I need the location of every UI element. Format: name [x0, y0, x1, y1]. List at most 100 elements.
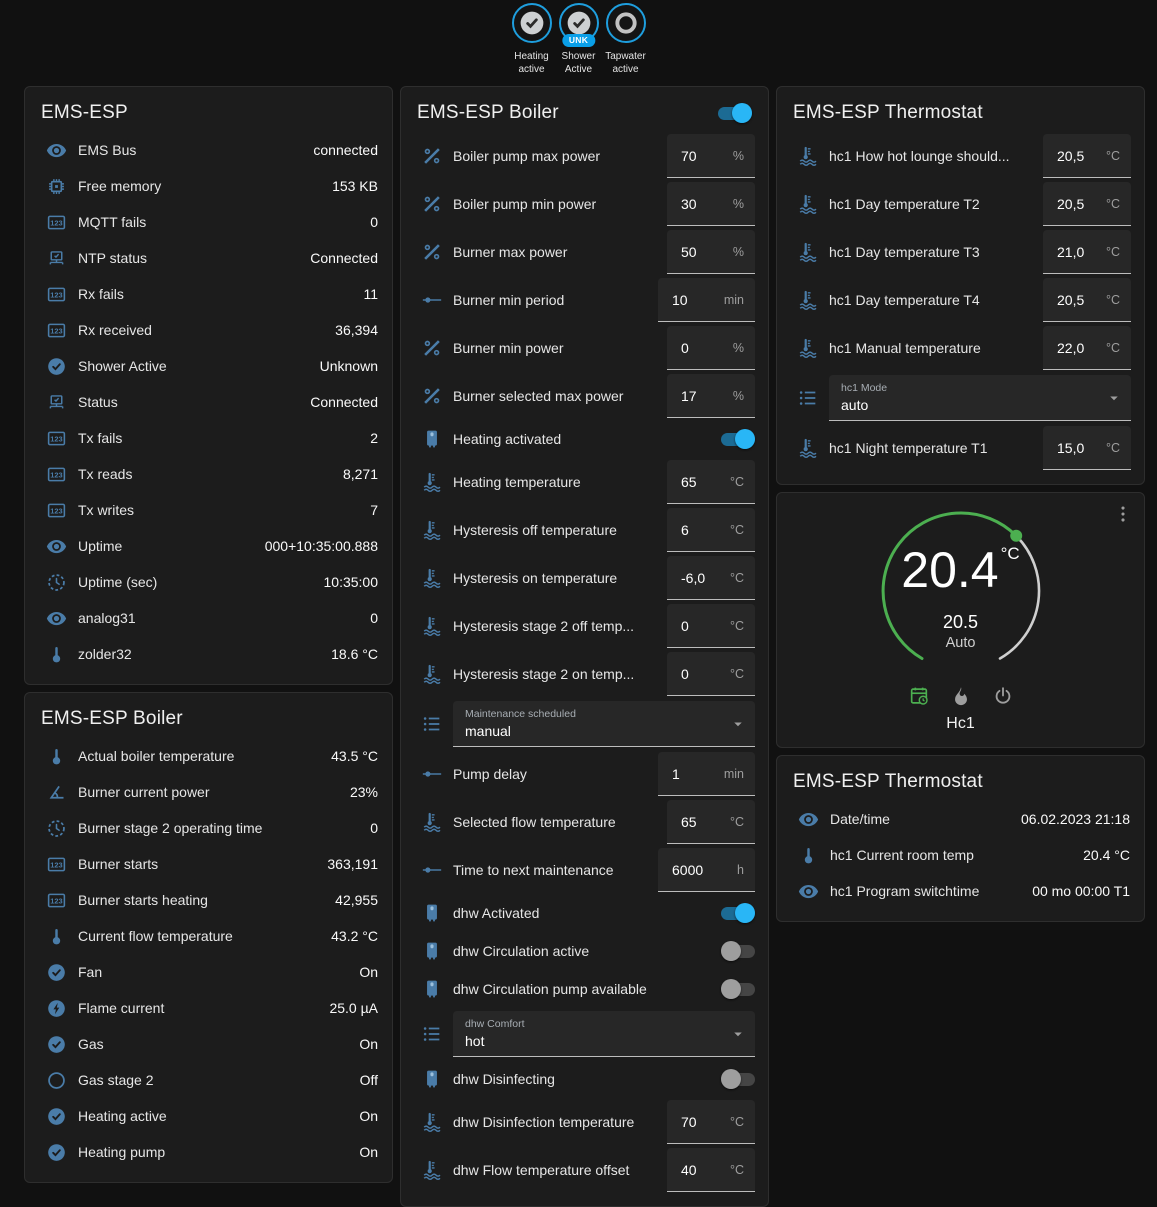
control-row[interactable]: Hysteresis stage 2 off temp...0°C	[401, 602, 768, 650]
control-row[interactable]: hc1 Day temperature T321,0°C	[777, 228, 1144, 276]
toggle-switch[interactable]	[721, 907, 755, 920]
entity-row[interactable]: Heating activeOn	[25, 1098, 392, 1134]
entity-row[interactable]: Date/time06.02.2023 21:18	[777, 801, 1144, 837]
number-input[interactable]: 21,0°C	[1043, 230, 1131, 274]
card-toggle-switch[interactable]	[718, 107, 752, 120]
control-row[interactable]: dhw Disinfection temperature70°C	[401, 1098, 768, 1146]
control-row[interactable]: Burner min period10min	[401, 276, 768, 324]
number-input[interactable]: 30%	[667, 182, 755, 226]
control-row[interactable]: dhw Comforthot	[401, 1008, 768, 1060]
entity-row[interactable]: analog310	[25, 600, 392, 636]
entity-row[interactable]: 123MQTT fails0	[25, 204, 392, 240]
control-row[interactable]: Heating activated	[401, 420, 768, 458]
entity-row[interactable]: 123Tx fails2	[25, 420, 392, 456]
toggle-switch[interactable]	[721, 945, 755, 958]
toggle-switch[interactable]	[721, 1073, 755, 1086]
number-input[interactable]: 0°C	[667, 604, 755, 648]
select-input[interactable]: hc1 Modeauto	[829, 375, 1131, 421]
control-row[interactable]: Selected flow temperature65°C	[401, 798, 768, 846]
thermostat-dial[interactable]: 20.4°C 20.5 Auto	[871, 503, 1051, 671]
entity-row[interactable]: 123Tx reads8,271	[25, 456, 392, 492]
power-icon[interactable]	[992, 685, 1014, 707]
control-row[interactable]: Pump delay1min	[401, 750, 768, 798]
entity-row[interactable]: StatusConnected	[25, 384, 392, 420]
control-row[interactable]: dhw Activated	[401, 894, 768, 932]
number-input[interactable]: 20,5°C	[1043, 182, 1131, 226]
control-row[interactable]: hc1 Night temperature T115,0°C	[777, 424, 1144, 472]
entity-row[interactable]: hc1 Current room temp20.4 °C	[777, 837, 1144, 873]
number-input[interactable]: 6°C	[667, 508, 755, 552]
control-row[interactable]: Hysteresis on temperature-6,0°C	[401, 554, 768, 602]
number-input[interactable]: 50%	[667, 230, 755, 274]
number-input[interactable]: 22,0°C	[1043, 326, 1131, 370]
number-input[interactable]: 70°C	[667, 1100, 755, 1144]
control-row[interactable]: Boiler pump min power30%	[401, 180, 768, 228]
select-input[interactable]: Maintenance scheduledmanual	[453, 701, 755, 747]
control-row[interactable]: dhw Disinfecting	[401, 1060, 768, 1098]
entity-row[interactable]: 123Rx received36,394	[25, 312, 392, 348]
control-row[interactable]: dhw Circulation pump available	[401, 970, 768, 1008]
number-input[interactable]: 40°C	[667, 1148, 755, 1192]
entity-row[interactable]: Burner stage 2 operating time0	[25, 810, 392, 846]
entity-row[interactable]: zolder3218.6 °C	[25, 636, 392, 672]
badge-tapwater-active[interactable]: Tapwater active	[603, 3, 649, 76]
entity-row[interactable]: Uptime000+10:35:00.888	[25, 528, 392, 564]
entity-row[interactable]: Flame current25.0 µA	[25, 990, 392, 1026]
more-menu-button[interactable]	[1112, 503, 1134, 525]
toggle-switch[interactable]	[721, 983, 755, 996]
toggle-switch[interactable]	[721, 433, 755, 446]
entity-row[interactable]: 123Tx writes7	[25, 492, 392, 528]
select-input[interactable]: dhw Comforthot	[453, 1011, 755, 1057]
entity-row[interactable]: 123Burner starts363,191	[25, 846, 392, 882]
number-input[interactable]: 65°C	[667, 800, 755, 844]
entity-row[interactable]: Current flow temperature43.2 °C	[25, 918, 392, 954]
number-input[interactable]: 20,5°C	[1043, 278, 1131, 322]
badge-heating-active[interactable]: Heating active	[509, 3, 555, 76]
number-input[interactable]: -6,0°C	[667, 556, 755, 600]
entity-row[interactable]: Burner current power23%	[25, 774, 392, 810]
entity-row[interactable]: FanOn	[25, 954, 392, 990]
entity-row[interactable]: Free memory153 KB	[25, 168, 392, 204]
number-input[interactable]: 70%	[667, 134, 755, 178]
entity-row[interactable]: Actual boiler temperature43.5 °C	[25, 738, 392, 774]
calendar-clock-icon[interactable]	[908, 685, 930, 707]
control-row[interactable]: Burner selected max power17%	[401, 372, 768, 420]
badge-shower-active[interactable]: UNK Shower Active	[556, 3, 602, 76]
number-input[interactable]: 6000h	[658, 848, 755, 892]
badge-circle[interactable]: UNK	[559, 3, 599, 43]
badge-circle[interactable]	[606, 3, 646, 43]
control-row[interactable]: hc1 Manual temperature22,0°C	[777, 324, 1144, 372]
number-input[interactable]: 1min	[658, 752, 755, 796]
number-input[interactable]: 17%	[667, 374, 755, 418]
entity-row[interactable]: Uptime (sec)10:35:00	[25, 564, 392, 600]
number-input[interactable]: 0%	[667, 326, 755, 370]
entity-row[interactable]: 123Rx fails11	[25, 276, 392, 312]
control-row[interactable]: hc1 Modeauto	[777, 372, 1144, 424]
number-input[interactable]: 0°C	[667, 652, 755, 696]
badge-circle[interactable]	[512, 3, 552, 43]
entity-row[interactable]: Gas stage 2Off	[25, 1062, 392, 1098]
entity-row[interactable]: NTP statusConnected	[25, 240, 392, 276]
number-input[interactable]: 20,5°C	[1043, 134, 1131, 178]
entity-row[interactable]: Heating pumpOn	[25, 1134, 392, 1170]
control-row[interactable]: Hysteresis off temperature6°C	[401, 506, 768, 554]
control-row[interactable]: hc1 Day temperature T420,5°C	[777, 276, 1144, 324]
entity-row[interactable]: 123Burner starts heating42,955	[25, 882, 392, 918]
control-row[interactable]: Hysteresis stage 2 on temp...0°C	[401, 650, 768, 698]
fire-icon[interactable]	[950, 685, 972, 707]
control-row[interactable]: Burner max power50%	[401, 228, 768, 276]
control-row[interactable]: hc1 Day temperature T220,5°C	[777, 180, 1144, 228]
control-row[interactable]: Time to next maintenance6000h	[401, 846, 768, 894]
control-row[interactable]: hc1 How hot lounge should...20,5°C	[777, 132, 1144, 180]
control-row[interactable]: Maintenance scheduledmanual	[401, 698, 768, 750]
control-row[interactable]: Boiler pump max power70%	[401, 132, 768, 180]
entity-row[interactable]: hc1 Program switchtime00 mo 00:00 T1	[777, 873, 1144, 909]
entity-row[interactable]: EMS Busconnected	[25, 132, 392, 168]
control-row[interactable]: dhw Flow temperature offset40°C	[401, 1146, 768, 1194]
number-input[interactable]: 65°C	[667, 460, 755, 504]
number-input[interactable]: 15,0°C	[1043, 426, 1131, 470]
entity-row[interactable]: Shower ActiveUnknown	[25, 348, 392, 384]
entity-row[interactable]: GasOn	[25, 1026, 392, 1062]
number-input[interactable]: 10min	[658, 278, 755, 322]
control-row[interactable]: Burner min power0%	[401, 324, 768, 372]
